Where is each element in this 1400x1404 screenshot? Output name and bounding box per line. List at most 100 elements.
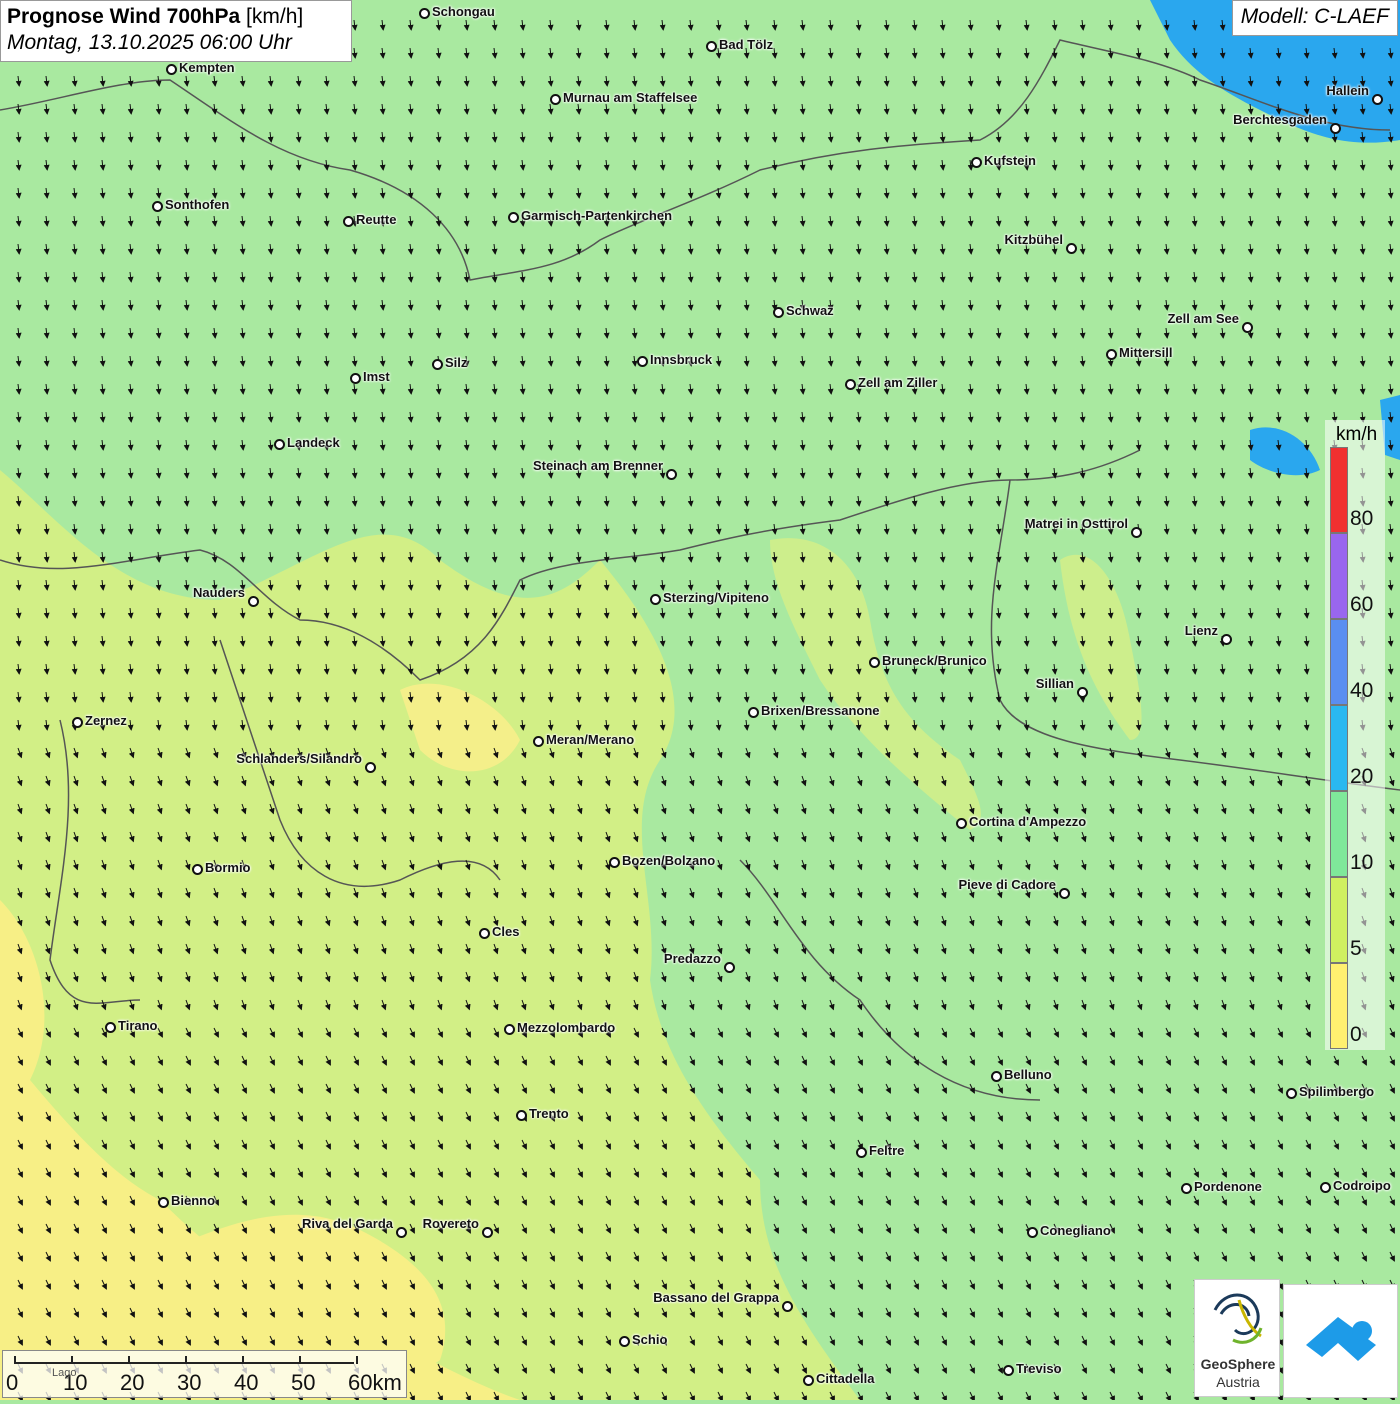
city-marker[interactable] (550, 94, 561, 105)
city-marker[interactable] (1066, 243, 1077, 254)
city-marker[interactable] (1221, 634, 1232, 645)
city-marker[interactable] (956, 818, 967, 829)
city-label[interactable]: Hallein (1326, 83, 1369, 98)
city-marker[interactable] (619, 1336, 630, 1347)
city-marker[interactable] (105, 1022, 116, 1033)
city-marker[interactable] (856, 1147, 867, 1158)
city-marker[interactable] (72, 717, 83, 728)
city-marker[interactable] (1181, 1183, 1192, 1194)
city-label[interactable]: Schwaz (786, 303, 834, 318)
city-marker[interactable] (158, 1197, 169, 1208)
city-marker[interactable] (1003, 1365, 1014, 1376)
city-marker[interactable] (1330, 123, 1341, 134)
city-marker[interactable] (516, 1110, 527, 1121)
city-marker[interactable] (1372, 94, 1383, 105)
city-label[interactable]: Feltre (869, 1143, 904, 1158)
city-label[interactable]: Sonthofen (165, 197, 229, 212)
city-marker[interactable] (419, 8, 430, 19)
city-marker[interactable] (248, 596, 259, 607)
city-label[interactable]: Lienz (1185, 623, 1218, 638)
city-marker[interactable] (1106, 349, 1117, 360)
city-label[interactable]: Kitzbühel (1005, 232, 1064, 247)
city-marker[interactable] (971, 157, 982, 168)
city-marker[interactable] (152, 201, 163, 212)
city-label[interactable]: Trento (529, 1106, 569, 1121)
city-marker[interactable] (1320, 1182, 1331, 1193)
city-label[interactable]: Bassano del Grappa (653, 1290, 779, 1305)
geosphere-logo[interactable]: GeoSphere Austria (1194, 1279, 1280, 1397)
city-label[interactable]: Bienno (171, 1193, 215, 1208)
city-label[interactable]: Mezzolombardo (517, 1020, 615, 1035)
city-label[interactable]: Schlanders/Silandro (236, 751, 362, 766)
city-label[interactable]: Sillian (1036, 676, 1074, 691)
city-marker[interactable] (533, 736, 544, 747)
city-label[interactable]: Bruneck/Brunico (882, 653, 987, 668)
city-label[interactable]: Mittersill (1119, 345, 1172, 360)
city-label[interactable]: Treviso (1016, 1361, 1062, 1376)
city-label[interactable]: Codroipo (1333, 1178, 1391, 1193)
city-label[interactable]: Brixen/Bressanone (761, 703, 880, 718)
city-label[interactable]: Predazzo (664, 951, 721, 966)
city-marker[interactable] (650, 594, 661, 605)
city-label[interactable]: Bozen/Bolzano (622, 853, 715, 868)
city-marker[interactable] (350, 373, 361, 384)
city-marker[interactable] (1059, 888, 1070, 899)
city-label[interactable]: Pordenone (1194, 1179, 1262, 1194)
city-marker[interactable] (166, 64, 177, 75)
city-label[interactable]: Schio (632, 1332, 667, 1347)
city-label[interactable]: Meran/Merano (546, 732, 634, 747)
city-marker[interactable] (482, 1227, 493, 1238)
city-label[interactable]: Conegliano (1040, 1223, 1111, 1238)
city-label[interactable]: Schongau (432, 4, 495, 19)
city-label[interactable]: Sterzing/Vipiteno (663, 590, 769, 605)
city-marker[interactable] (192, 864, 203, 875)
city-marker[interactable] (666, 469, 677, 480)
city-label[interactable]: Murnau am Staffelsee (563, 90, 697, 105)
city-label[interactable]: Matrei in Osttirol (1025, 516, 1128, 531)
city-marker[interactable] (274, 439, 285, 450)
city-label[interactable]: Cittadella (816, 1371, 875, 1386)
city-marker[interactable] (803, 1375, 814, 1386)
city-marker[interactable] (869, 657, 880, 668)
city-marker[interactable] (365, 762, 376, 773)
city-marker[interactable] (343, 216, 354, 227)
city-label[interactable]: Pieve di Cadore (958, 877, 1056, 892)
city-marker[interactable] (991, 1071, 1002, 1082)
city-marker[interactable] (432, 359, 443, 370)
city-marker[interactable] (724, 962, 735, 973)
city-label[interactable]: Zell am Ziller (858, 375, 937, 390)
city-marker[interactable] (396, 1227, 407, 1238)
city-marker[interactable] (1131, 527, 1142, 538)
city-marker[interactable] (479, 928, 490, 939)
city-marker[interactable] (1077, 687, 1088, 698)
city-label[interactable]: Kufstein (984, 153, 1036, 168)
city-label[interactable]: Zernez (85, 713, 127, 728)
city-marker[interactable] (508, 212, 519, 223)
city-marker[interactable] (773, 307, 784, 318)
city-marker[interactable] (845, 379, 856, 390)
city-marker[interactable] (706, 41, 717, 52)
city-marker[interactable] (748, 707, 759, 718)
city-label[interactable]: Cles (492, 924, 519, 939)
city-label[interactable]: Riva del Garda (302, 1216, 393, 1231)
city-marker[interactable] (1286, 1088, 1297, 1099)
city-label[interactable]: Innsbruck (650, 352, 712, 367)
city-marker[interactable] (1242, 322, 1253, 333)
city-label[interactable]: Bormio (205, 860, 251, 875)
city-marker[interactable] (1027, 1227, 1038, 1238)
city-label[interactable]: Zell am See (1167, 311, 1239, 326)
city-label[interactable]: Imst (363, 369, 390, 384)
city-label[interactable]: Tirano (118, 1018, 158, 1033)
city-label[interactable]: Landeck (287, 435, 340, 450)
city-label[interactable]: Garmisch-Partenkirchen (521, 208, 672, 223)
city-marker[interactable] (504, 1024, 515, 1035)
city-label[interactable]: Cortina d'Ampezzo (969, 814, 1086, 829)
city-label[interactable]: Silz (445, 355, 467, 370)
city-label[interactable]: Spilimbergo (1299, 1084, 1374, 1099)
city-label[interactable]: Bad Tölz (719, 37, 773, 52)
city-label[interactable]: Rovereto (423, 1216, 479, 1231)
city-label[interactable]: Kempten (179, 60, 235, 75)
app-logo[interactable] (1283, 1284, 1398, 1398)
city-label[interactable]: Belluno (1004, 1067, 1052, 1082)
city-marker[interactable] (637, 356, 648, 367)
